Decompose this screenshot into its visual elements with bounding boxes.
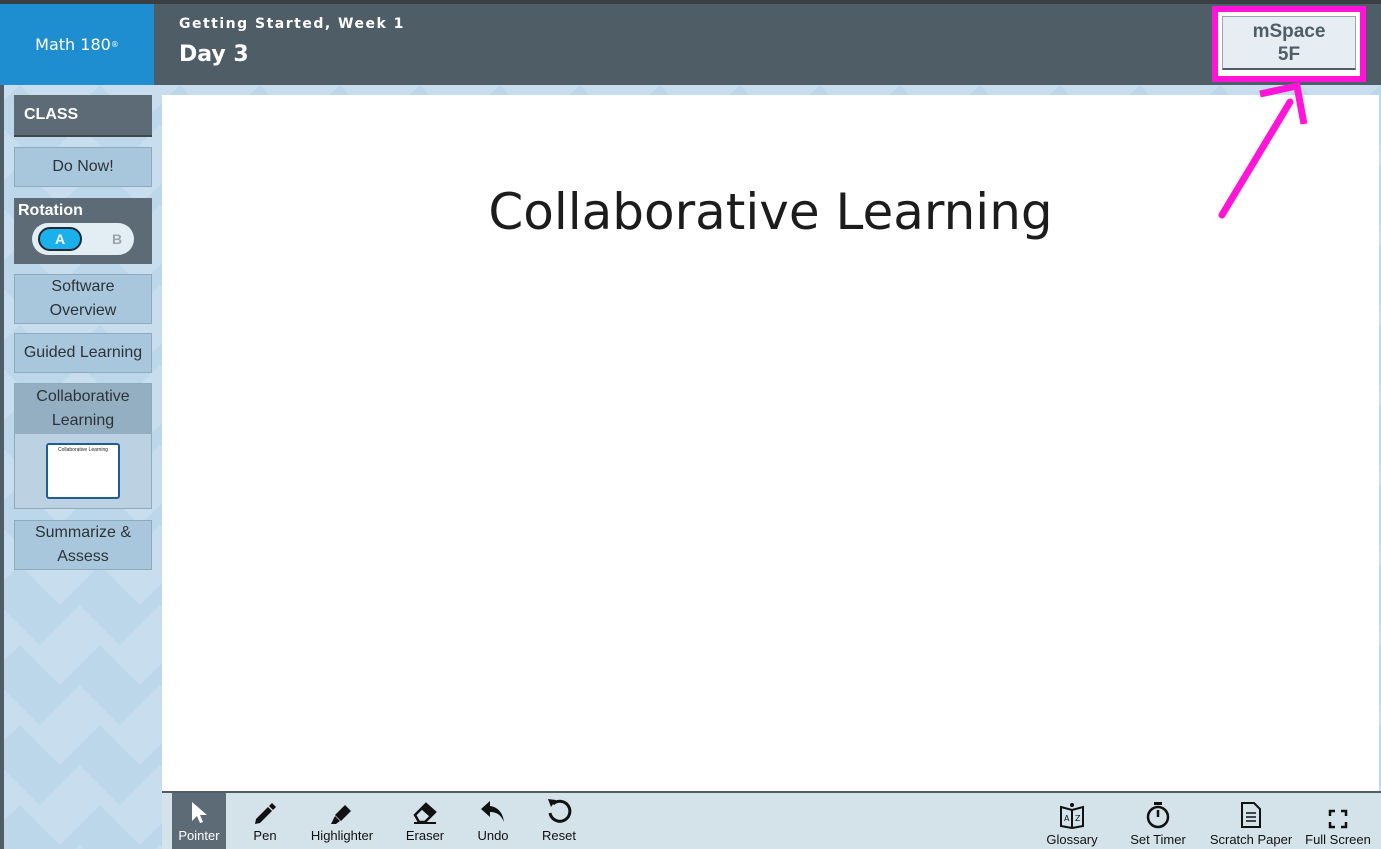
tool-label: Full Screen xyxy=(1305,832,1371,847)
svg-text:A: A xyxy=(1064,814,1070,823)
glossary-icon: AZ xyxy=(1060,803,1084,829)
thumbnail-caption: Collaborative Learning xyxy=(57,447,109,453)
rotation-option-a[interactable]: A xyxy=(38,227,82,251)
undo-button[interactable]: Undo xyxy=(468,793,518,849)
tool-label: Scratch Paper xyxy=(1209,832,1293,847)
full-screen-button[interactable]: Full Screen xyxy=(1302,793,1374,849)
sidebar-item-label: Guided Learning xyxy=(23,344,143,361)
sidebar-item-label: Overview xyxy=(49,302,117,319)
glossary-button[interactable]: AZ Glossary xyxy=(1042,793,1102,849)
tool-label: Set Timer xyxy=(1130,832,1186,847)
sidebar-item-label: Software xyxy=(51,278,115,295)
mspace-label: mSpace xyxy=(1252,20,1326,42)
sidebar-item-label: Assess xyxy=(57,548,109,565)
rotation-label: Rotation xyxy=(18,202,83,219)
rotation-option-b[interactable]: B xyxy=(112,231,122,247)
sidebar-item-label: Summarize & xyxy=(34,524,132,541)
math180-logo[interactable]: Math 180 ® xyxy=(0,4,154,85)
full-screen-icon xyxy=(1328,809,1348,829)
reset-icon xyxy=(548,799,572,823)
eraser-icon xyxy=(413,802,437,824)
rotation-toggle[interactable]: A B xyxy=(32,223,134,255)
slide-thumbnail[interactable]: Collaborative Learning xyxy=(46,443,120,499)
sidebar-item-header: Collaborative Learning xyxy=(15,384,151,434)
annotation-toolbar: Pointer Pen Highlighter Eraser Undo Rese… xyxy=(162,791,1381,849)
tool-label: Reset xyxy=(542,828,576,843)
sidebar-item-do-now[interactable]: Do Now! xyxy=(14,147,152,187)
set-timer-button[interactable]: Set Timer xyxy=(1124,793,1192,849)
callout-arrow-icon xyxy=(1218,81,1308,219)
sidebar-item-label: Collaborative xyxy=(36,388,130,405)
timer-icon xyxy=(1146,802,1170,829)
scratch-paper-icon xyxy=(1241,802,1261,828)
week-label: Getting Started, Week 1 xyxy=(179,16,405,32)
pen-icon xyxy=(255,803,276,824)
logo-text: Math 180 xyxy=(35,35,111,54)
logo-registered-mark: ® xyxy=(110,40,119,49)
highlighter-tool[interactable]: Highlighter xyxy=(304,793,380,849)
class-header: CLASS xyxy=(14,95,152,137)
pointer-tool[interactable]: Pointer xyxy=(172,793,226,849)
reset-button[interactable]: Reset xyxy=(534,793,584,849)
sidebar-item-label: Do Now! xyxy=(52,158,114,175)
mspace-highlight-box: mSpace 5F xyxy=(1212,6,1366,82)
undo-icon xyxy=(481,801,504,822)
slide-title: Collaborative Learning xyxy=(488,183,1053,241)
eraser-tool[interactable]: Eraser xyxy=(398,793,452,849)
tool-label: Undo xyxy=(477,828,509,843)
mspace-code: 5F xyxy=(1277,43,1301,65)
sidebar-item-summarize-assess[interactable]: Summarize & Assess xyxy=(14,520,152,570)
app-header: Math 180 ® Getting Started, Week 1 Day 3 … xyxy=(0,4,1381,85)
tool-label: Highlighter xyxy=(310,828,374,843)
tool-label: Eraser xyxy=(405,828,445,843)
left-edge-bar xyxy=(0,85,4,849)
pointer-icon xyxy=(192,802,207,823)
tool-label: Pen xyxy=(253,828,277,843)
pen-tool[interactable]: Pen xyxy=(240,793,290,849)
sidebar-item-software-overview[interactable]: Software Overview xyxy=(14,274,152,324)
highlighter-icon xyxy=(331,805,351,824)
day-title: Day 3 xyxy=(179,42,249,67)
tool-label: Glossary xyxy=(1046,832,1098,847)
svg-text:Z: Z xyxy=(1075,814,1081,823)
sidebar-item-guided-learning[interactable]: Guided Learning xyxy=(14,333,152,373)
mspace-button[interactable]: mSpace 5F xyxy=(1222,16,1356,70)
scratch-paper-button[interactable]: Scratch Paper xyxy=(1206,793,1296,849)
rotation-panel: Rotation A B xyxy=(14,198,152,264)
sidebar-item-label: Learning xyxy=(51,412,115,429)
sidebar-item-collaborative-learning[interactable]: Collaborative Learning Collaborative Lea… xyxy=(14,383,152,509)
slide-canvas[interactable]: Collaborative Learning xyxy=(162,95,1379,791)
tool-label: Pointer xyxy=(178,828,220,843)
